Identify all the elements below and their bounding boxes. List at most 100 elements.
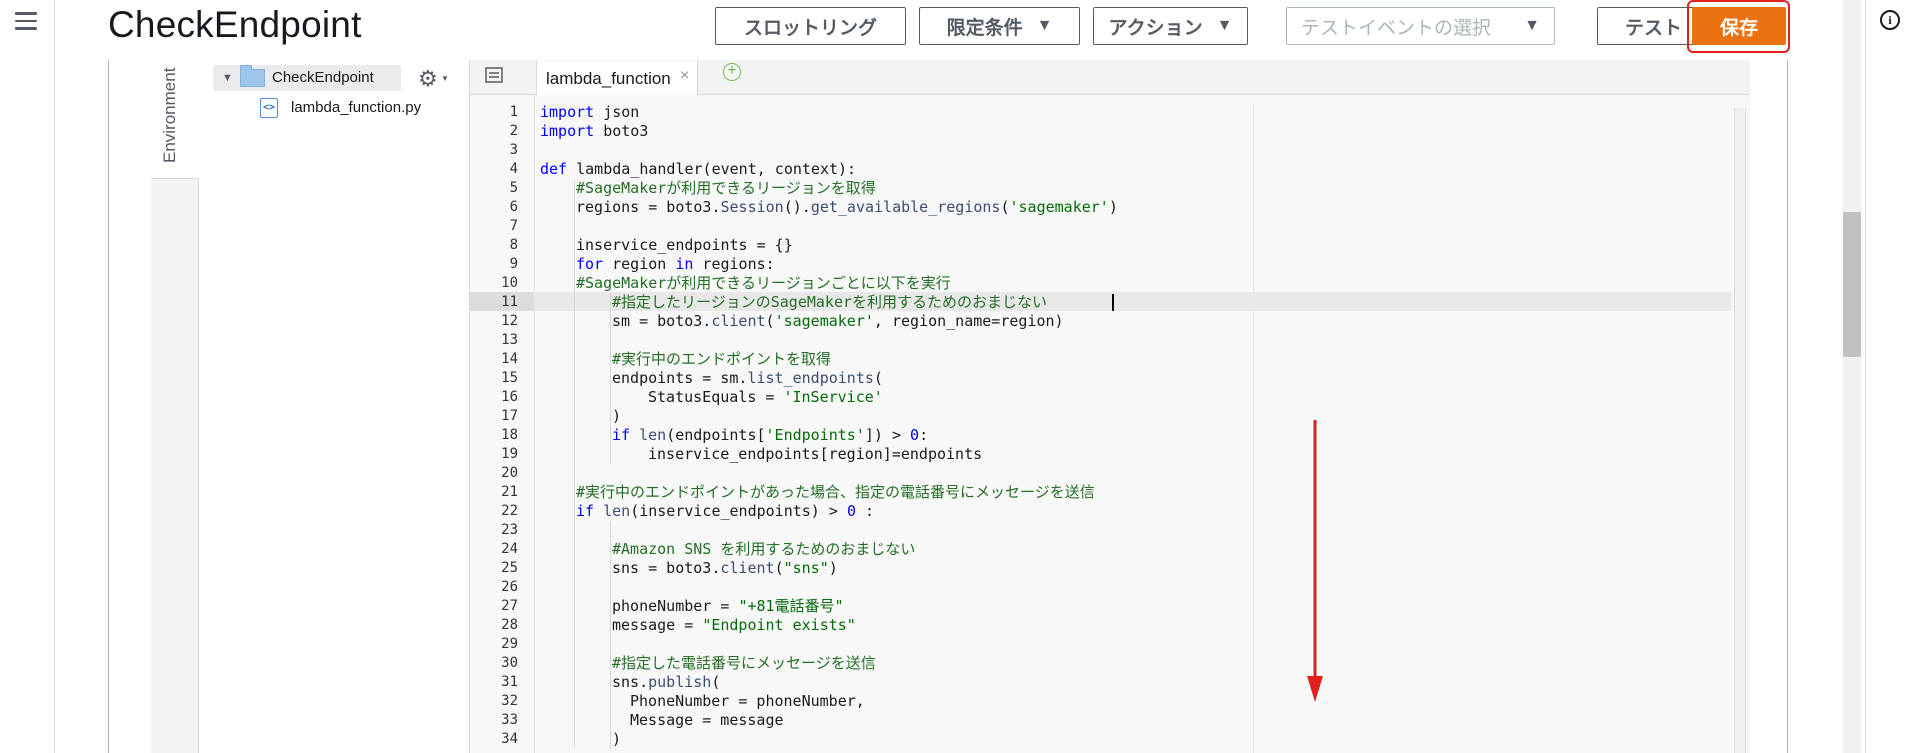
code-line[interactable]: #指定した電話番号にメッセージを送信 <box>612 654 876 673</box>
line-number: 15 <box>501 370 518 386</box>
code-line[interactable]: if len(endpoints['Endpoints']) > 0: <box>612 426 928 445</box>
code-line[interactable]: inservice_endpoints = {} <box>576 236 793 255</box>
line-number: 29 <box>501 636 518 652</box>
gear-icon[interactable]: ⚙ <box>418 66 438 92</box>
line-number: 22 <box>501 503 518 519</box>
line-number: 34 <box>501 731 518 747</box>
code-line[interactable]: Message = message <box>630 711 784 730</box>
line-number: 1 <box>509 104 518 120</box>
code-line[interactable]: ) <box>612 407 621 426</box>
caret-down-icon: ▼ <box>1216 17 1233 34</box>
line-number: 31 <box>501 674 518 690</box>
code-line[interactable]: #Amazon SNS を利用するためのおまじない <box>612 540 915 559</box>
actions-dropdown[interactable]: アクション ▼ <box>1093 7 1248 45</box>
line-number: 4 <box>509 161 518 177</box>
line-number: 5 <box>509 180 518 196</box>
indent-guide <box>574 179 575 749</box>
tab-list-icon[interactable] <box>484 66 504 84</box>
code-line[interactable]: def lambda_handler(event, context): <box>540 160 856 179</box>
text-cursor <box>1112 294 1114 311</box>
code-line[interactable]: ) <box>612 730 621 749</box>
expand-arrow-icon[interactable]: ▼ <box>222 72 233 84</box>
code-line[interactable]: PhoneNumber = phoneNumber, <box>630 692 865 711</box>
info-icon[interactable]: i <box>1880 10 1900 30</box>
qualifiers-label: 限定条件 <box>946 17 1023 39</box>
line-number: 19 <box>501 446 518 462</box>
print-margin-line <box>1253 103 1254 753</box>
code-line[interactable]: import json <box>540 103 639 122</box>
code-line[interactable]: message = "Endpoint exists" <box>612 616 856 635</box>
line-number: 32 <box>501 693 518 709</box>
line-number: 18 <box>501 427 518 443</box>
environment-tab-label: Environment <box>160 67 179 163</box>
line-number: 13 <box>501 332 518 348</box>
hamburger-menu-icon[interactable] <box>15 12 37 30</box>
save-button[interactable]: 保存 <box>1692 7 1786 45</box>
line-number: 26 <box>501 579 518 595</box>
line-number: 6 <box>509 199 518 215</box>
file-tree <box>199 60 470 753</box>
right-tools-rail <box>1865 0 1920 753</box>
actions-label: アクション <box>1108 17 1203 39</box>
code-line[interactable]: StatusEquals = 'InService' <box>648 388 883 407</box>
page-scrollbar-thumb[interactable] <box>1843 212 1861 357</box>
code-line[interactable]: phoneNumber = "+81電話番号" <box>612 597 844 616</box>
python-file-icon: <> <box>260 98 278 118</box>
code-line[interactable]: #SageMakerが利用できるリージョンごとに以下を実行 <box>576 274 951 293</box>
editor-scrollbar[interactable] <box>1734 108 1746 753</box>
test-event-placeholder: テストイベントの選択 <box>1301 17 1492 39</box>
code-line[interactable]: import boto3 <box>540 122 648 141</box>
indent-guide <box>610 521 611 749</box>
code-line[interactable]: sns = boto3.client("sns") <box>612 559 838 578</box>
code-line[interactable]: inservice_endpoints[region]=endpoints <box>648 445 982 464</box>
line-number: 11 <box>501 294 518 310</box>
folder-name[interactable]: CheckEndpoint <box>272 69 374 86</box>
throttle-button-label: スロットリング <box>743 17 877 39</box>
code-line[interactable]: if len(inservice_endpoints) > 0 : <box>576 502 874 521</box>
indent-guide <box>610 293 611 464</box>
line-number: 21 <box>501 484 518 500</box>
scroll-down-arrow-annotation <box>1307 420 1323 702</box>
tab-label[interactable]: lambda_function <box>546 69 671 89</box>
line-number: 30 <box>501 655 518 671</box>
gear-caret-icon[interactable]: ▼ <box>441 74 449 83</box>
throttle-button[interactable]: スロットリング <box>715 7 906 45</box>
test-event-select[interactable]: テストイベントの選択 ▼ <box>1286 7 1555 45</box>
line-number: 16 <box>501 389 518 405</box>
code-line[interactable]: endpoints = sm.list_endpoints( <box>612 369 883 388</box>
code-line[interactable]: #実行中のエンドポイントがあった場合、指定の電話番号にメッセージを送信 <box>576 483 1095 502</box>
line-number: 3 <box>509 142 518 158</box>
page-scrollbar[interactable] <box>1843 0 1861 753</box>
line-number: 20 <box>501 465 518 481</box>
code-line[interactable]: sns.publish( <box>612 673 720 692</box>
test-button-label: テスト <box>1624 17 1682 39</box>
qualifiers-dropdown[interactable]: 限定条件 ▼ <box>919 7 1080 45</box>
caret-down-icon: ▼ <box>1524 17 1540 34</box>
line-number: 8 <box>509 237 518 253</box>
file-tree-item-lambda-function[interactable]: lambda_function.py <box>291 99 421 116</box>
line-number: 28 <box>501 617 518 633</box>
line-number: 7 <box>509 218 518 234</box>
line-number: 27 <box>501 598 518 614</box>
close-icon[interactable]: × <box>680 67 689 85</box>
line-number: 25 <box>501 560 518 576</box>
code-line[interactable]: for region in regions: <box>576 255 775 274</box>
code-line[interactable]: regions = boto3.Session().get_available_… <box>576 198 1118 217</box>
line-number: 10 <box>501 275 518 291</box>
page-title: CheckEndpoint <box>108 4 362 45</box>
line-number: 2 <box>509 123 518 139</box>
caret-down-icon: ▼ <box>1036 17 1053 34</box>
folder-icon <box>240 65 265 87</box>
line-number: 12 <box>501 313 518 329</box>
code-line[interactable]: sm = boto3.client('sagemaker', region_na… <box>612 312 1064 331</box>
code-line[interactable]: #指定したリージョンのSageMakerを利用するためのおまじない <box>612 293 1047 312</box>
code-line[interactable]: #実行中のエンドポイントを取得 <box>612 350 831 369</box>
line-number: 33 <box>501 712 518 728</box>
line-number: 14 <box>501 351 518 367</box>
line-number: 23 <box>501 522 518 538</box>
line-number: 17 <box>501 408 518 424</box>
plus-circle-icon[interactable]: + <box>723 63 741 81</box>
code-line[interactable]: #SageMakerが利用できるリージョンを取得 <box>576 179 876 198</box>
line-number: 24 <box>501 541 518 557</box>
left-navigation-rail <box>0 0 55 753</box>
